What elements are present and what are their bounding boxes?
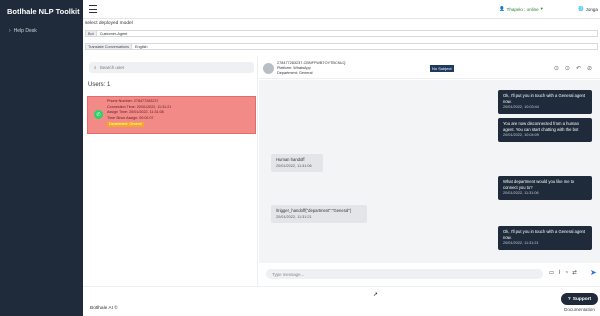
top-bar: 👤 Thapelo : online ▾ 🌐 Jonga [83, 0, 600, 19]
bot-select[interactable]: Bot Customer-Agent [85, 30, 598, 37]
avatar [263, 63, 274, 74]
user-status-label: Thapelo : online [506, 6, 539, 12]
user-time-since-assign: Time Since Assign: 00:02:07 [107, 115, 154, 120]
mouse-cursor-icon: ➚ [373, 292, 379, 298]
bot-tag: Bot [86, 31, 97, 36]
chat-department: Department: General [277, 71, 313, 75]
user-card[interactable]: ✆ Phone Number: 278477283237 Connection … [87, 96, 256, 134]
message-text: Ok, I'll put you in touch with a General… [503, 229, 586, 240]
sidebar: Botlhale NLP Toolkit › Help Desk [0, 0, 83, 316]
menu-icon[interactable] [89, 5, 97, 13]
powered-by: Botlhale AI © [90, 306, 118, 311]
user-assign-time: Assign Time: 20/01/2022, 11:31:08 [107, 110, 164, 115]
message-bubble: Human handoff 20/01/2022, 11:31:06 [271, 154, 323, 173]
translate-tag: Translate Conversations [86, 44, 133, 49]
language-label: Jonga [585, 6, 598, 12]
message-list: Ok, I'll put you in touch with a General… [259, 80, 600, 263]
message-bubble: /trigger_handoff{"department":"General"}… [271, 205, 367, 224]
whatsapp-icon: ✆ [94, 110, 103, 119]
chat-icon[interactable]: ◔ [565, 270, 568, 276]
help-icon: ? [567, 296, 571, 302]
subject-badge: No Subject [430, 65, 454, 72]
message-bubble: What department would you like me to con… [498, 176, 592, 200]
search-placeholder: Search user [99, 65, 125, 70]
users-panel: ⌕ Search user Users: 1 ✆ Phone Number: 2… [85, 56, 258, 286]
language-selector[interactable]: 🌐 Jonga [578, 6, 598, 12]
close-chat-icon[interactable]: ⊘ [587, 65, 592, 72]
message-bubble: Ok, I'll put you in touch with a General… [498, 90, 592, 114]
message-bubble: Ok, I'll put you in touch with a General… [498, 226, 592, 250]
reply-icon[interactable]: ↶ [576, 65, 581, 72]
bot-value: Customer-Agent [99, 31, 128, 36]
message-bubble: You are now disconnected from a human ag… [498, 118, 592, 142]
chevron-right-icon: › [9, 28, 11, 34]
send-icon[interactable]: ➤ [590, 268, 597, 277]
message-time: 20/01/2022, 10:03:44 [503, 105, 539, 110]
globe-icon: 🌐 [578, 6, 584, 11]
message-text: You are now disconnected from a human ag… [503, 121, 579, 132]
search-input[interactable]: ⌕ Search user [89, 62, 254, 73]
message-time: 20/01/2022, 11:31:06 [276, 163, 312, 168]
template-icon[interactable]: ▭ [549, 270, 554, 276]
message-time: 20/01/2022, 10:04:09 [503, 133, 539, 138]
users-count: Users: 1 [88, 82, 111, 88]
message-text: Ok, I'll put you in touch with a General… [503, 93, 586, 104]
support-label: Support [572, 296, 592, 302]
support-button[interactable]: ? Support [561, 293, 598, 305]
message-time: 20/01/2022, 11:31:21 [276, 214, 312, 219]
composer: Type message... ▭ ⌇ ◔ ⇄ ➤ [259, 263, 600, 285]
message-input[interactable]: Type message... [266, 269, 543, 279]
chevron-down-icon: ▾ [540, 6, 543, 11]
message-text: What department would you like me to con… [503, 179, 575, 190]
documentation-link[interactable]: Documentation [564, 307, 595, 312]
app-title: Botlhale NLP Toolkit [7, 7, 80, 16]
search-icon: ⌕ [94, 65, 97, 70]
deploy-label: select deployed model [85, 21, 133, 26]
user-status[interactable]: 👤 Thapelo : online ▾ [499, 6, 543, 12]
chat-header: 278477283237-CBNFFWBTOYTBCNLQ Platform: … [259, 59, 600, 79]
message-time: 20/01/2022, 11:31:06 [503, 191, 539, 196]
user-icon: 👤 [499, 6, 505, 11]
message-text: /trigger_handoff{"department":"General"} [276, 208, 352, 213]
sidebar-item-label: Help Desk [13, 28, 37, 34]
translate-select[interactable]: Translate Conversations English [85, 43, 598, 50]
message-placeholder: Type message... [272, 271, 305, 277]
clock-icon[interactable]: ⊙ [554, 65, 559, 72]
sidebar-item-help-desk[interactable]: › Help Desk [0, 22, 83, 34]
info-icon[interactable]: ⊙ [565, 65, 570, 72]
attach-icon[interactable]: ⌇ [558, 270, 561, 276]
translate-value: English [135, 44, 148, 49]
message-text: Human handoff [276, 157, 305, 162]
department-badge: Department: General [107, 122, 144, 127]
transfer-icon[interactable]: ⇄ [572, 270, 577, 276]
message-time: 20/01/2022, 11:31:21 [503, 241, 539, 246]
footer: Botlhale AI © ? Support Documentation [83, 286, 600, 316]
